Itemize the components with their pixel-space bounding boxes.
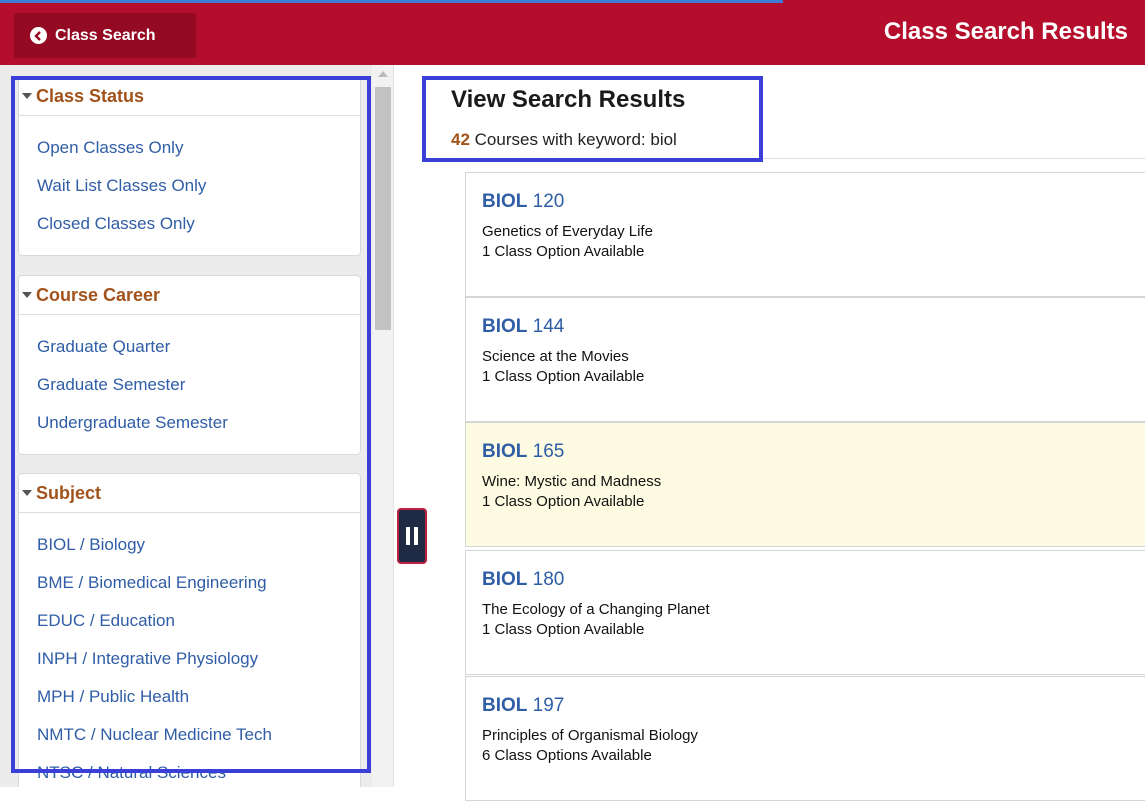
- course-title: The Ecology of a Changing Planet: [482, 601, 710, 618]
- filter-subject-ntsc[interactable]: NTSC / Natural Sciences: [19, 754, 360, 787]
- facet-course-career: Course Career Graduate Quarter Graduate …: [18, 275, 361, 455]
- course-title: Wine: Mystic and Madness: [482, 473, 662, 490]
- filter-sidebar: Class Status Open Classes Only Wait List…: [0, 65, 372, 787]
- sidebar-scrollbar[interactable]: [372, 65, 394, 787]
- facet-class-status-header[interactable]: Class Status: [19, 77, 360, 116]
- course-code[interactable]: BIOL 165: [482, 441, 564, 463]
- course-card[interactable]: BIOL 120 Genetics of Everyday Life 1 Cla…: [465, 172, 1145, 297]
- course-options: 1 Class Option Available: [482, 493, 645, 510]
- filter-closed-classes-only[interactable]: Closed Classes Only: [19, 205, 360, 243]
- pause-bar-icon: [406, 527, 410, 545]
- course-card[interactable]: BIOL 180 The Ecology of a Changing Plane…: [465, 550, 1145, 675]
- caret-down-icon: [22, 93, 32, 99]
- filter-undergraduate-semester[interactable]: Undergraduate Semester: [19, 404, 360, 442]
- filter-subject-inph[interactable]: INPH / Integrative Physiology: [19, 640, 360, 678]
- filter-wait-list-classes-only[interactable]: Wait List Classes Only: [19, 167, 360, 205]
- filter-subject-educ[interactable]: EDUC / Education: [19, 602, 360, 640]
- course-options: 1 Class Option Available: [482, 368, 645, 385]
- course-code[interactable]: BIOL 180: [482, 569, 564, 591]
- collapse-sidebar-button[interactable]: [397, 508, 427, 564]
- header-accent-line: [0, 0, 783, 3]
- facet-course-career-header[interactable]: Course Career: [19, 276, 360, 315]
- course-card-selected[interactable]: BIOL 165 Wine: Mystic and Madness 1 Clas…: [465, 422, 1145, 547]
- course-title: Principles of Organismal Biology: [482, 727, 698, 744]
- scroll-up-arrow-icon[interactable]: [378, 71, 388, 77]
- pause-bar-icon: [414, 527, 418, 545]
- course-card[interactable]: BIOL 144 Science at the Movies 1 Class O…: [465, 297, 1145, 422]
- scrollbar-thumb[interactable]: [375, 87, 391, 330]
- results-title: View Search Results: [451, 86, 686, 113]
- course-code[interactable]: BIOL 120: [482, 191, 564, 213]
- results-divider: [763, 158, 1145, 159]
- filter-subject-bme[interactable]: BME / Biomedical Engineering: [19, 564, 360, 602]
- course-options: 6 Class Options Available: [482, 747, 652, 764]
- caret-down-icon: [22, 490, 32, 496]
- back-to-class-search-button[interactable]: Class Search: [14, 13, 196, 58]
- facet-heading: Class Status: [36, 85, 145, 106]
- facet-subject-header[interactable]: Subject: [19, 474, 360, 513]
- course-title: Science at the Movies: [482, 348, 629, 365]
- results-summary-text: Courses with keyword: biol: [469, 130, 677, 149]
- caret-down-icon: [22, 292, 32, 298]
- back-button-label: Class Search: [55, 26, 156, 44]
- course-card[interactable]: BIOL 197 Principles of Organismal Biolog…: [465, 676, 1145, 801]
- course-title: Genetics of Everyday Life: [482, 223, 653, 240]
- app-header: Class Search Class Search Results: [0, 0, 1145, 65]
- course-options: 1 Class Option Available: [482, 621, 645, 638]
- course-options: 1 Class Option Available: [482, 243, 645, 260]
- filter-subject-biol[interactable]: BIOL / Biology: [19, 526, 360, 564]
- results-summary: 42 Courses with keyword: biol: [451, 130, 677, 150]
- filter-subject-nmtc[interactable]: NMTC / Nuclear Medicine Tech: [19, 716, 360, 754]
- filter-graduate-semester[interactable]: Graduate Semester: [19, 366, 360, 404]
- facet-subject: Subject BIOL / Biology BME / Biomedical …: [18, 473, 361, 787]
- course-code[interactable]: BIOL 197: [482, 695, 564, 717]
- facet-class-status: Class Status Open Classes Only Wait List…: [18, 76, 361, 256]
- filter-open-classes-only[interactable]: Open Classes Only: [19, 129, 360, 167]
- chevron-left-icon: [30, 27, 47, 44]
- facet-heading: Course Career: [36, 284, 161, 305]
- filter-subject-mph[interactable]: MPH / Public Health: [19, 678, 360, 716]
- results-count: 42: [451, 130, 470, 149]
- page-title: Class Search Results: [883, 18, 1128, 45]
- filter-graduate-quarter[interactable]: Graduate Quarter: [19, 328, 360, 366]
- course-code[interactable]: BIOL 144: [482, 316, 564, 338]
- facet-heading: Subject: [36, 482, 102, 503]
